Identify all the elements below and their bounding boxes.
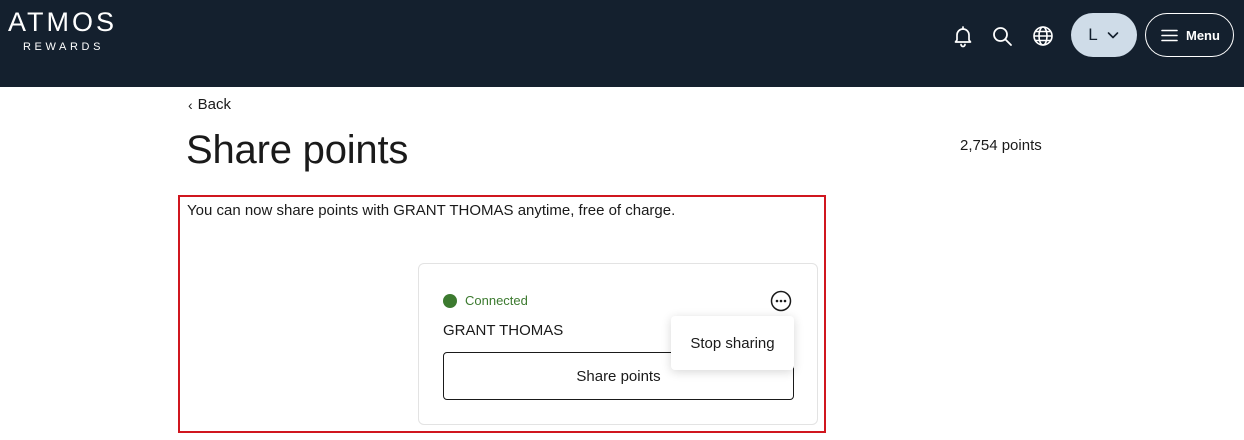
connection-status: Connected — [443, 293, 528, 308]
options-dropdown: Stop sharing — [671, 316, 794, 370]
menu-button[interactable]: Menu — [1145, 13, 1234, 57]
logo-sub-text: REWARDS — [23, 41, 105, 53]
bell-icon[interactable] — [951, 24, 975, 48]
page-title: Share points — [186, 128, 409, 172]
menu-label: Menu — [1186, 27, 1220, 43]
points-balance: 2,754 points — [960, 137, 1042, 154]
hamburger-icon — [1161, 29, 1178, 41]
account-menu-button[interactable]: L — [1071, 13, 1137, 57]
back-link[interactable]: ‹ Back — [188, 96, 231, 113]
avatar-initial: L — [1088, 25, 1098, 44]
stop-sharing-option[interactable]: Stop sharing — [690, 335, 774, 352]
logo-main-text: ATMOS — [8, 7, 117, 37]
atmos-rewards-logo[interactable]: ATMOS REWARDS — [8, 8, 130, 54]
chevron-down-icon — [1107, 32, 1119, 39]
member-name: GRANT THOMAS — [443, 322, 564, 339]
top-nav-bar: ATMOS REWARDS L Menu — [0, 0, 1244, 87]
share-info-text: You can now share points with GRANT THOM… — [187, 202, 676, 219]
search-icon[interactable] — [990, 24, 1014, 48]
more-options-button[interactable] — [770, 290, 792, 312]
status-dot-icon — [443, 293, 457, 308]
globe-icon[interactable] — [1031, 24, 1055, 48]
chevron-left-icon: ‹ — [188, 96, 193, 113]
status-label: Connected — [465, 293, 528, 308]
ellipsis-icon — [770, 290, 792, 312]
back-label: Back — [197, 96, 232, 113]
